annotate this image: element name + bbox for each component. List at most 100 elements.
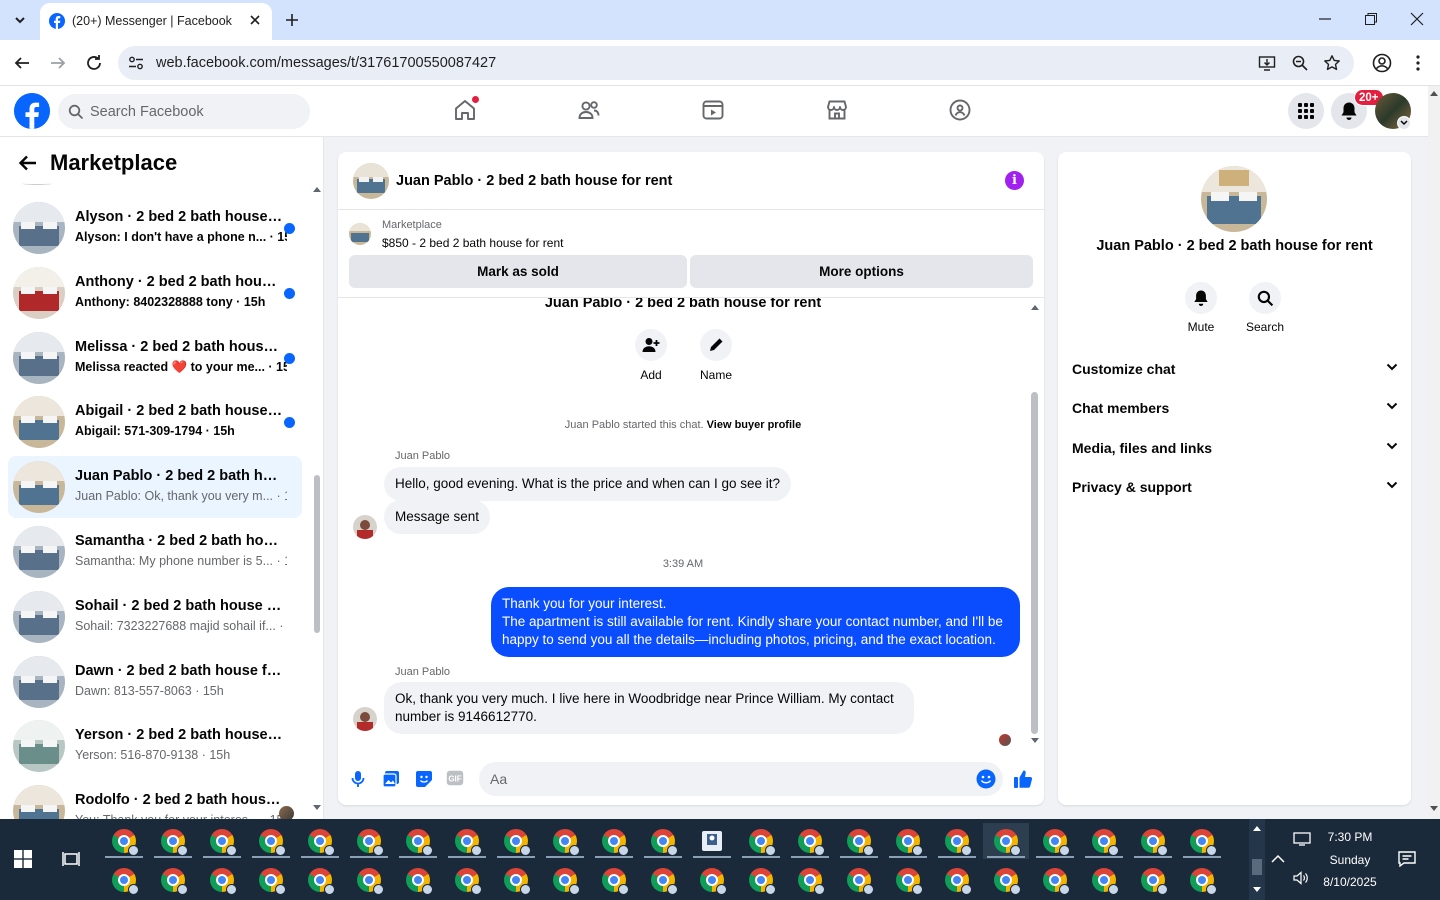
scroll-up-icon[interactable] [1253, 825, 1261, 831]
taskbar-chrome-window[interactable] [836, 862, 882, 898]
taskbar-chrome-window[interactable] [1179, 862, 1225, 898]
forward-icon[interactable] [49, 54, 67, 72]
listing-thumbnail[interactable] [349, 223, 371, 245]
clock-day[interactable]: Sunday [1293, 853, 1407, 867]
taskbar-chrome-window[interactable] [934, 823, 980, 859]
taskbar-chrome-window[interactable] [640, 823, 686, 859]
browser-tab[interactable]: (20+) Messenger | Facebook [40, 3, 272, 40]
taskbar-chrome-window[interactable] [787, 823, 833, 859]
taskbar-chrome-window[interactable] [444, 862, 490, 898]
back-arrow-icon[interactable] [18, 153, 38, 173]
taskbar-chrome-window[interactable] [297, 862, 343, 898]
view-buyer-profile-link[interactable]: View buyer profile [707, 419, 802, 431]
sender-avatar[interactable] [353, 515, 377, 539]
install-app-icon[interactable] [1258, 54, 1276, 72]
chevron-up-icon[interactable] [1271, 854, 1285, 864]
scroll-up-icon[interactable] [1031, 304, 1039, 310]
scroll-down-icon[interactable] [1430, 806, 1438, 812]
taskbar-chrome-window[interactable] [248, 823, 294, 859]
taskbar-chrome-window[interactable] [738, 823, 784, 859]
taskbar-chrome-window[interactable] [934, 862, 980, 898]
name-chat-action[interactable]: Name [686, 329, 746, 382]
taskbar-chrome-window[interactable] [444, 823, 490, 859]
taskbar-chrome-window[interactable] [101, 862, 147, 898]
taskbar-chrome-window[interactable] [1179, 823, 1225, 859]
incoming-message[interactable]: Ok, thank you very much. I live here in … [384, 682, 914, 734]
taskbar-chrome-window[interactable] [493, 862, 539, 898]
taskbar-chrome-window[interactable] [542, 823, 588, 859]
chat-avatar[interactable] [353, 163, 389, 199]
thumbs-up-icon[interactable] [1013, 769, 1033, 789]
video-icon[interactable] [701, 98, 725, 122]
taskbar-chrome-window[interactable] [493, 823, 539, 859]
incoming-message[interactable]: Hello, good evening. What is the price a… [384, 467, 791, 501]
notification-center-icon[interactable] [1398, 851, 1416, 867]
more-options-button[interactable]: More options [690, 255, 1033, 288]
gif-icon[interactable]: GIF [446, 770, 464, 786]
taskbar-chrome-window[interactable] [738, 862, 784, 898]
taskbar-chrome-window[interactable] [591, 823, 637, 859]
close-tab-icon[interactable] [247, 12, 263, 28]
taskbar-chrome-window[interactable] [101, 823, 147, 859]
taskbar-chrome-window[interactable] [542, 862, 588, 898]
listing-title[interactable]: $850 - 2 bed 2 bath house for rent [382, 236, 563, 250]
chat-title[interactable]: Juan Pablo · 2 bed 2 bath house for rent [396, 173, 672, 189]
taskbar-chrome-window[interactable] [346, 862, 392, 898]
outgoing-message[interactable]: Thank you for your interest. The apartme… [491, 587, 1020, 657]
profile-icon[interactable] [1372, 53, 1392, 73]
scroll-down-icon[interactable] [1031, 738, 1039, 744]
site-info-icon[interactable] [128, 56, 144, 70]
url-text[interactable]: web.facebook.com/messages/t/317617005500… [156, 55, 496, 71]
privacy-support-section[interactable]: Privacy & support [1072, 476, 1398, 500]
taskbar-chrome-window[interactable] [395, 862, 441, 898]
taskbar-chrome-window[interactable] [1081, 823, 1127, 859]
minimize-icon[interactable] [1318, 12, 1332, 26]
scroll-up-icon[interactable] [313, 186, 321, 192]
taskbar-chrome-window[interactable] [640, 862, 686, 898]
conversation-item[interactable]: Yerson · 2 bed 2 bath house for ... Yerso… [8, 715, 302, 777]
taskbar-chrome-window[interactable] [248, 862, 294, 898]
taskbar-chrome-window[interactable] [395, 823, 441, 859]
windows-start-icon[interactable] [14, 850, 32, 868]
photo-icon[interactable] [382, 770, 400, 788]
taskbar-chrome-window[interactable] [983, 862, 1029, 898]
scroll-down-icon[interactable] [313, 805, 321, 811]
mute-action[interactable]: Mute [1171, 282, 1231, 334]
groups-icon[interactable] [948, 98, 972, 122]
sticker-icon[interactable] [415, 770, 433, 788]
taskbar-chrome-window[interactable] [591, 862, 637, 898]
new-tab-icon[interactable] [283, 11, 301, 29]
thread-scrollbar-thumb[interactable] [1031, 392, 1038, 734]
conversation-item[interactable]: Dawn · 2 bed 2 bath house for r... Dawn: … [8, 651, 302, 713]
taskbar-chrome-window[interactable] [1130, 823, 1176, 859]
marketplace-icon[interactable] [825, 98, 849, 122]
conversation-item[interactable]: Abigail · 2 bed 2 bath house f... Abigail… [8, 391, 302, 453]
taskbar-scroll[interactable] [1249, 819, 1265, 900]
scrollbar-thumb[interactable] [314, 475, 320, 633]
clock-date[interactable]: 8/10/2025 [1293, 875, 1407, 889]
zoom-icon[interactable] [1291, 54, 1309, 72]
taskbar-chrome-window[interactable] [297, 823, 343, 859]
search-in-chat-action[interactable]: Search [1235, 282, 1295, 334]
taskbar-chrome-window[interactable] [150, 823, 196, 859]
incoming-message[interactable]: Message sent [384, 500, 491, 534]
taskbar-chrome-window[interactable] [346, 823, 392, 859]
taskbar-chrome-window[interactable] [150, 862, 196, 898]
close-window-icon[interactable] [1410, 12, 1424, 26]
taskbar-chrome-window[interactable] [836, 823, 882, 859]
conversation-item[interactable]: Juan Pablo · 2 bed 2 bath house... Juan P… [8, 456, 302, 519]
taskbar-chrome-window[interactable] [885, 862, 931, 898]
taskbar-chrome-window[interactable] [1081, 862, 1127, 898]
chat-info-icon[interactable]: i [1005, 171, 1024, 190]
bookmark-star-icon[interactable] [1323, 54, 1341, 72]
taskbar-scroll-thumb[interactable] [1252, 859, 1262, 875]
details-avatar[interactable] [1201, 166, 1267, 232]
taskbar-chrome-window[interactable] [787, 862, 833, 898]
facebook-logo[interactable] [14, 93, 50, 129]
sender-avatar[interactable] [353, 707, 377, 731]
task-view-icon[interactable] [62, 850, 80, 868]
taskbar-chrome-window[interactable] [983, 823, 1029, 859]
mark-as-sold-button[interactable]: Mark as sold [349, 255, 687, 288]
conversation-item[interactable]: Samantha · 2 bed 2 bath house ... Samanth… [8, 521, 302, 583]
restore-icon[interactable] [1364, 12, 1378, 26]
